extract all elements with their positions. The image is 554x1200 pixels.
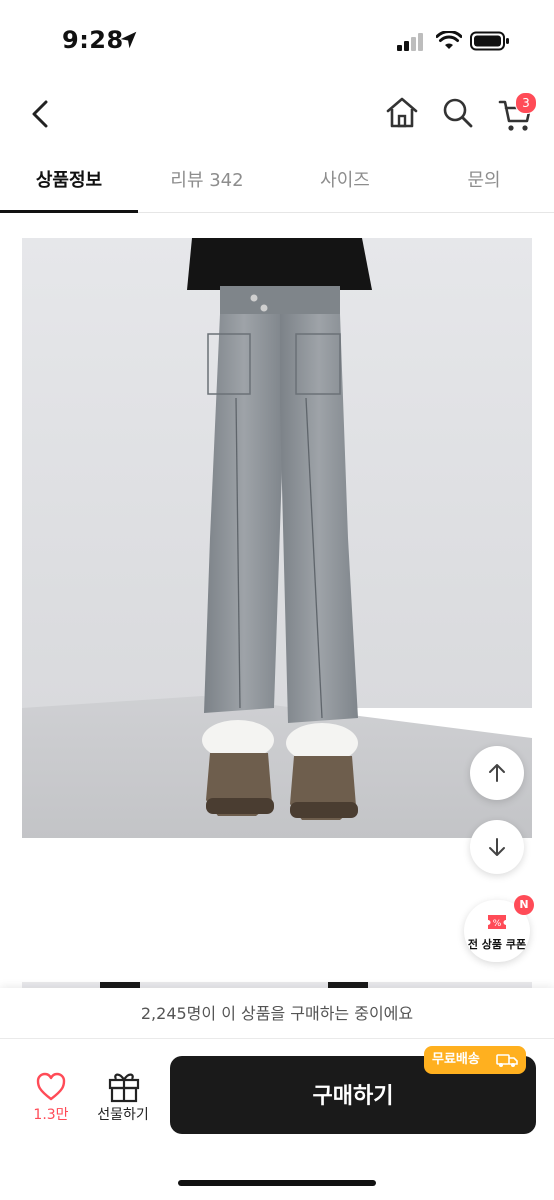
back-button[interactable] bbox=[22, 94, 58, 134]
active-tab-indicator bbox=[0, 210, 138, 213]
arrow-up-icon bbox=[489, 764, 505, 782]
wifi-icon bbox=[436, 31, 462, 49]
search-icon[interactable] bbox=[440, 95, 476, 131]
purchase-activity-text: 2,245명이 이 상품을 구매하는 중이에요 bbox=[140, 1004, 414, 1023]
product-image bbox=[22, 238, 532, 838]
scroll-up-button[interactable] bbox=[470, 746, 524, 800]
arrow-down-icon bbox=[489, 838, 505, 856]
tab-size[interactable]: 사이즈 bbox=[276, 150, 414, 212]
product-tabs: 상품정보 리뷰 342 사이즈 문의 bbox=[0, 150, 554, 213]
coupon-icon: % bbox=[488, 915, 506, 929]
scroll-down-button[interactable] bbox=[470, 820, 524, 874]
status-time: 9:28 bbox=[62, 26, 124, 54]
battery-icon bbox=[470, 31, 509, 51]
tab-product-info[interactable]: 상품정보 bbox=[0, 150, 138, 212]
cellular-signal-icon bbox=[397, 33, 423, 51]
gift-icon[interactable] bbox=[92, 1068, 156, 1104]
divider bbox=[0, 1038, 554, 1039]
gift-button-label[interactable]: 선물하기 bbox=[88, 1104, 158, 1124]
truck-icon bbox=[496, 1054, 518, 1067]
like-button[interactable] bbox=[26, 1068, 76, 1104]
cart-count-badge: 3 bbox=[515, 92, 537, 114]
svg-text:%: % bbox=[493, 919, 502, 929]
tab-reviews[interactable]: 리뷰 342 bbox=[138, 150, 276, 212]
coupon-label: 전 상품 쿠폰 bbox=[467, 938, 527, 951]
location-arrow-icon bbox=[120, 31, 137, 49]
coupon-new-badge: N bbox=[514, 895, 534, 915]
tab-inquiry[interactable]: 문의 bbox=[414, 150, 554, 212]
like-count: 1.3만 bbox=[33, 1107, 69, 1123]
home-indicator bbox=[178, 1180, 376, 1186]
home-icon[interactable] bbox=[383, 94, 421, 132]
